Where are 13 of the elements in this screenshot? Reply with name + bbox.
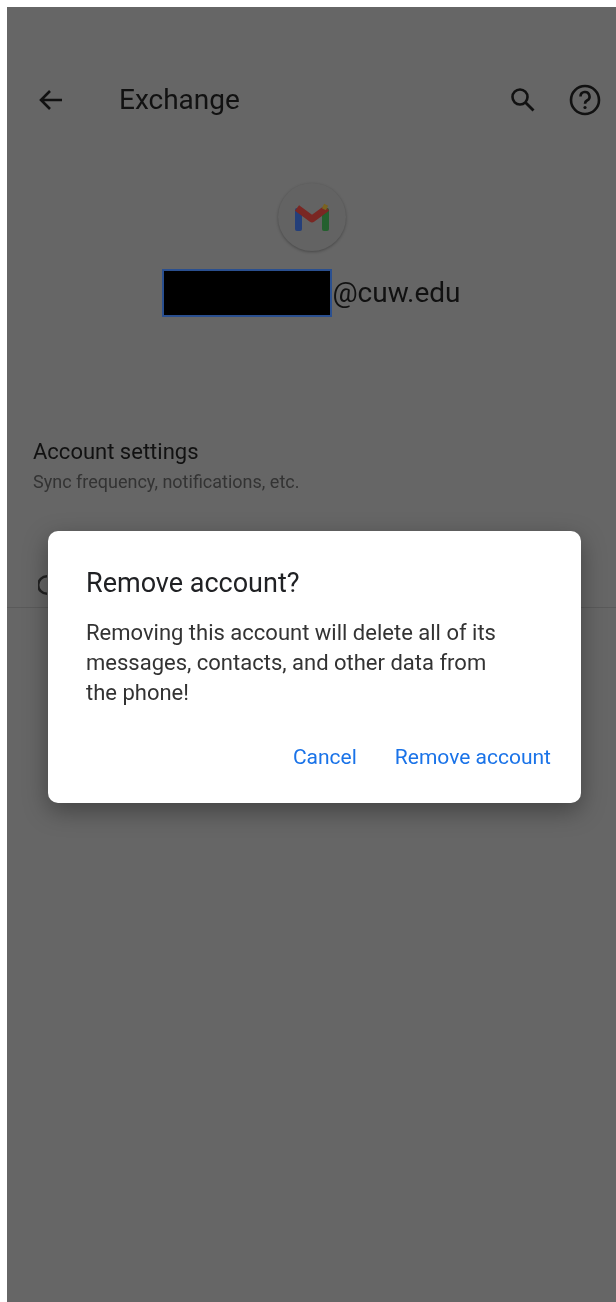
dialog-title: Remove account? bbox=[86, 566, 301, 601]
app-bar-title: Exchange bbox=[119, 82, 240, 118]
help-button[interactable] bbox=[568, 83, 602, 117]
search-icon bbox=[510, 87, 536, 113]
help-icon bbox=[569, 84, 601, 116]
sync-icon bbox=[38, 575, 47, 595]
back-arrow-icon bbox=[38, 88, 64, 112]
email-address: @cuw.edu bbox=[332, 275, 461, 311]
item-title: Account settings bbox=[33, 438, 200, 466]
dialog-button[interactable]: Cancel bbox=[292, 741, 357, 773]
dialog-button[interactable]: Remove account bbox=[394, 741, 551, 773]
dialog-message: Removing this account will delete all of its messages, contacts, and other data from the phone! bbox=[86, 618, 497, 707]
mail-logo-icon bbox=[292, 202, 331, 232]
